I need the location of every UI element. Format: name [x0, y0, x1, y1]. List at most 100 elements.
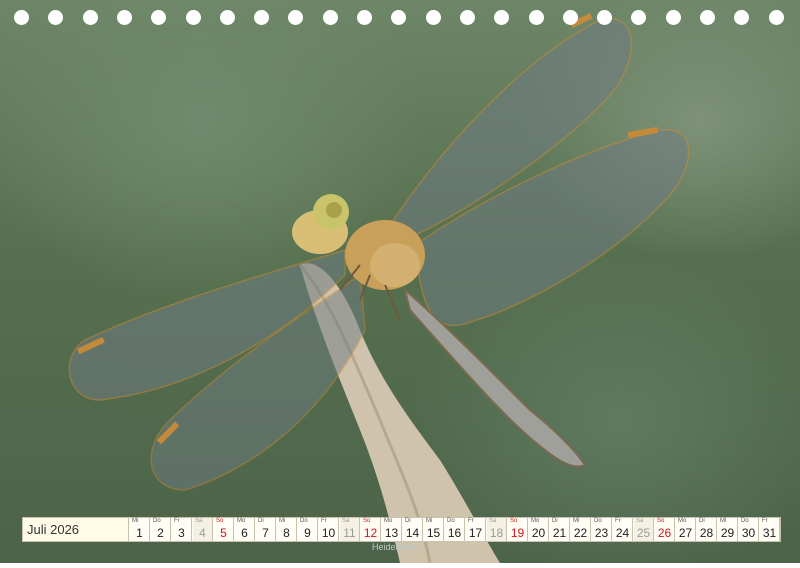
day-number: 14 — [405, 526, 420, 540]
dragonfly-photo — [0, 0, 800, 564]
binding-hole — [734, 10, 750, 25]
binding-hole — [82, 10, 98, 25]
binding-hole — [322, 10, 338, 25]
calendar-day: Do 16 — [445, 518, 465, 541]
binding-hole — [48, 10, 64, 25]
weekday-label: Sa — [636, 518, 644, 524]
day-number: 4 — [199, 526, 206, 540]
calendar-strip: Juli 2026 Mi 1 Do 2 Fr 3 Sa 4 So 5 Mo 6 Di 7 Mi 8 Do 9 Fr 1… — [22, 517, 781, 542]
day-number: 25 — [636, 526, 651, 540]
weekday-label: Di — [405, 518, 411, 524]
calendar-day: Sa 18 — [487, 518, 507, 541]
calendar-day: Do 30 — [739, 518, 759, 541]
day-number: 9 — [304, 526, 311, 540]
calendar-day: So 12 — [361, 518, 381, 541]
binding-hole — [357, 10, 372, 25]
weekday-label: Mi — [279, 518, 286, 524]
binding-hole — [425, 10, 441, 25]
day-number: 20 — [531, 526, 546, 540]
day-number: 24 — [615, 526, 630, 540]
binding-hole — [459, 10, 475, 25]
month-label: Juli 2026 — [23, 518, 129, 541]
weekday-label: Fr — [762, 518, 768, 524]
day-number: 21 — [552, 526, 567, 540]
calendar-day: Mi 22 — [571, 518, 591, 541]
calendar-day: Do 9 — [298, 518, 318, 541]
calendar-day: Mo 6 — [235, 518, 255, 541]
weekday-label: Mo — [531, 518, 540, 524]
calendar-day: Mo 27 — [676, 518, 696, 541]
calendar-day: Di 14 — [403, 518, 423, 541]
day-number: 16 — [447, 526, 462, 540]
day-number: 27 — [678, 526, 693, 540]
day-number: 12 — [363, 526, 378, 540]
calendar-day: Sa 11 — [340, 518, 360, 541]
day-number: 6 — [241, 526, 248, 540]
weekday-label: Do — [594, 518, 602, 524]
weekday-label: Mo — [384, 518, 393, 524]
calendar-day: Fr 31 — [760, 518, 780, 541]
calendar-day: Mi 29 — [718, 518, 738, 541]
weekday-label: Fr — [468, 518, 474, 524]
weekday-label: Do — [741, 518, 749, 524]
binding-holes — [0, 10, 800, 28]
calendar-day: Fr 10 — [319, 518, 339, 541]
weekday-label: Sa — [489, 518, 497, 524]
day-number: 29 — [720, 526, 735, 540]
calendar-day: Mi 8 — [277, 518, 297, 541]
calendar-day: Sa 25 — [634, 518, 654, 541]
day-number: 18 — [489, 526, 504, 540]
binding-hole — [391, 10, 407, 25]
day-number: 1 — [136, 526, 143, 540]
calendar-day: So 5 — [214, 518, 234, 541]
binding-hole — [494, 10, 510, 25]
calendar-day: Fr 17 — [466, 518, 486, 541]
day-number: 3 — [178, 526, 185, 540]
calendar-day: Di 7 — [256, 518, 276, 541]
day-number: 23 — [594, 526, 609, 540]
weekday-label: So — [657, 518, 665, 524]
weekday-label: So — [510, 518, 518, 524]
weekday-label: Do — [300, 518, 308, 524]
day-number: 26 — [657, 526, 672, 540]
weekday-label: Di — [699, 518, 705, 524]
calendar-day: Fr 3 — [172, 518, 192, 541]
calendar-day: Sa 4 — [193, 518, 213, 541]
binding-hole — [14, 10, 29, 25]
weekday-label: Sa — [342, 518, 350, 524]
weekday-label: So — [216, 518, 224, 524]
calendar-day: Do 23 — [592, 518, 612, 541]
day-number: 8 — [283, 526, 290, 540]
weekday-label: Mi — [132, 518, 139, 524]
day-number: 5 — [220, 526, 227, 540]
binding-hole — [254, 10, 270, 25]
binding-hole — [768, 10, 784, 25]
weekday-label: Mo — [678, 518, 687, 524]
day-number: 22 — [573, 526, 588, 540]
day-number: 11 — [343, 526, 356, 540]
weekday-label: Do — [447, 518, 455, 524]
day-number: 2 — [157, 526, 164, 540]
photo-credit: Heidelibelle — [372, 542, 419, 552]
weekday-label: Fr — [615, 518, 621, 524]
weekday-label: Fr — [174, 518, 180, 524]
calendar-day: So 26 — [655, 518, 675, 541]
weekday-label: Mi — [426, 518, 433, 524]
weekday-label: So — [363, 518, 371, 524]
calendar-day: Mi 15 — [424, 518, 444, 541]
weekday-label: Di — [258, 518, 264, 524]
weekday-label: Sa — [195, 518, 203, 524]
day-number: 7 — [262, 526, 269, 540]
binding-hole — [185, 10, 201, 25]
calendar-day: Di 21 — [550, 518, 570, 541]
weekday-label: Mo — [237, 518, 246, 524]
dragonfly-illustration — [68, 13, 690, 564]
calendar-day: Di 28 — [697, 518, 717, 541]
day-number: 15 — [426, 526, 441, 540]
binding-hole — [528, 10, 544, 25]
calendar-day: Mi 1 — [130, 518, 150, 541]
calendar-day: So 19 — [508, 518, 528, 541]
binding-hole — [562, 10, 578, 25]
weekday-label: Di — [552, 518, 558, 524]
days-row: Mi 1 Do 2 Fr 3 Sa 4 So 5 Mo 6 Di 7 Mi 8 Do 9 Fr 10 Sa 11 So 12 M… — [129, 518, 780, 541]
